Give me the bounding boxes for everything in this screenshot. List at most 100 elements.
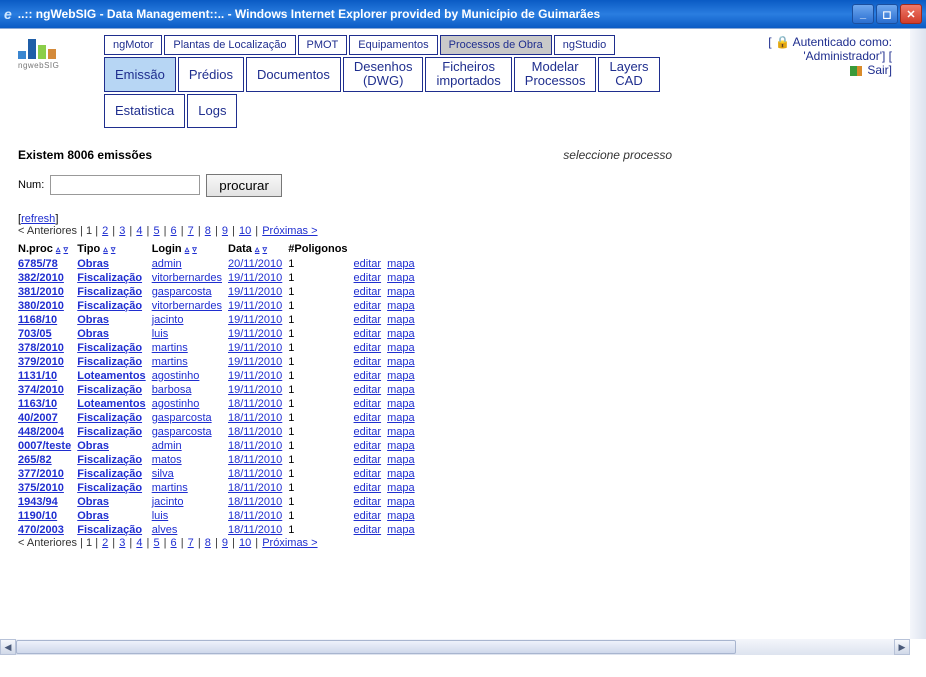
cell-mapa-link[interactable]: mapa [387,342,415,354]
pager-page[interactable]: 7 [188,537,194,549]
cell-tipo-link[interactable]: Obras [77,510,109,522]
pager-page[interactable]: 3 [119,537,125,549]
pager-next[interactable]: Próximas > [262,225,317,237]
cell-tipo-link[interactable]: Fiscalização [77,454,142,466]
cell-tipo-link[interactable]: Fiscalização [77,468,142,480]
cell-tipo-link[interactable]: Fiscalização [77,356,142,368]
cell-login-link[interactable]: martins [152,482,188,494]
cell-mapa-link[interactable]: mapa [387,524,415,536]
cell-mapa-link[interactable]: mapa [387,286,415,298]
cell-editar-link[interactable]: editar [354,342,382,354]
sub-tab[interactable]: LayersCAD [598,57,659,92]
cell-tipo-link[interactable]: Obras [77,258,109,270]
pager-page[interactable]: 9 [222,225,228,237]
cell-editar-link[interactable]: editar [354,328,382,340]
cell-data-link[interactable]: 19/11/2010 [228,300,282,312]
pager-page[interactable]: 6 [171,537,177,549]
search-input[interactable] [50,175,200,195]
cell-data-link[interactable]: 18/11/2010 [228,454,282,466]
sub-tab[interactable]: Logs [187,94,237,128]
cell-login-link[interactable]: gasparcosta [152,286,212,298]
cell-mapa-link[interactable]: mapa [387,496,415,508]
cell-mapa-link[interactable]: mapa [387,468,415,480]
cell-data-link[interactable]: 19/11/2010 [228,356,282,368]
cell-login-link[interactable]: agostinho [152,370,200,382]
cell-mapa-link[interactable]: mapa [387,356,415,368]
sort-asc-login[interactable]: ▵ [185,244,190,254]
pager-page[interactable]: 5 [153,225,159,237]
cell-mapa-link[interactable]: mapa [387,398,415,410]
pager-page[interactable]: 2 [102,537,108,549]
cell-tipo-link[interactable]: Fiscalização [77,524,142,536]
cell-tipo-link[interactable]: Loteamentos [77,370,145,382]
sort-desc-nproc[interactable]: ▿ [64,244,69,254]
cell-login-link[interactable]: jacinto [152,314,184,326]
cell-data-link[interactable]: 18/11/2010 [228,510,282,522]
top-tab[interactable]: Plantas de Localização [164,35,295,55]
sort-asc-data[interactable]: ▵ [255,244,260,254]
cell-mapa-link[interactable]: mapa [387,300,415,312]
cell-nproc-link[interactable]: 448/2004 [18,426,64,438]
top-tab[interactable]: Equipamentos [349,35,437,55]
search-button[interactable]: procurar [206,174,282,197]
pager-page[interactable]: 7 [188,225,194,237]
cell-editar-link[interactable]: editar [354,300,382,312]
cell-tipo-link[interactable]: Obras [77,328,109,340]
pager-page[interactable]: 8 [205,225,211,237]
cell-data-link[interactable]: 19/11/2010 [228,328,282,340]
pager-page[interactable]: 9 [222,537,228,549]
logout-link[interactable]: Sair] [867,63,892,77]
pager-page[interactable]: 5 [153,537,159,549]
cell-mapa-link[interactable]: mapa [387,454,415,466]
top-tab[interactable]: ngMotor [104,35,162,55]
cell-nproc-link[interactable]: 1943/94 [18,496,58,508]
cell-nproc-link[interactable]: 703/05 [18,328,52,340]
cell-nproc-link[interactable]: 374/2010 [18,384,64,396]
cell-data-link[interactable]: 19/11/2010 [228,370,282,382]
cell-nproc-link[interactable]: 1168/10 [18,314,57,326]
cell-data-link[interactable]: 19/11/2010 [228,272,282,284]
cell-data-link[interactable]: 19/11/2010 [228,384,282,396]
cell-nproc-link[interactable]: 380/2010 [18,300,64,312]
cell-data-link[interactable]: 20/11/2010 [228,258,282,270]
horizontal-scrollbar[interactable]: ◀ ▶ [0,639,910,655]
cell-tipo-link[interactable]: Fiscalização [77,272,142,284]
cell-mapa-link[interactable]: mapa [387,440,415,452]
cell-tipo-link[interactable]: Fiscalização [77,412,142,424]
cell-tipo-link[interactable]: Fiscalização [77,286,142,298]
cell-mapa-link[interactable]: mapa [387,314,415,326]
cell-nproc-link[interactable]: 6785/78 [18,258,58,270]
cell-tipo-link[interactable]: Fiscalização [77,482,142,494]
cell-editar-link[interactable]: editar [354,496,382,508]
sort-desc-tipo[interactable]: ▿ [111,244,116,254]
top-tab[interactable]: ngStudio [554,35,615,55]
pager-page[interactable]: 10 [239,225,251,237]
cell-login-link[interactable]: agostinho [152,398,200,410]
cell-mapa-link[interactable]: mapa [387,328,415,340]
cell-nproc-link[interactable]: 381/2010 [18,286,64,298]
cell-nproc-link[interactable]: 377/2010 [18,468,64,480]
cell-editar-link[interactable]: editar [354,286,382,298]
cell-mapa-link[interactable]: mapa [387,258,415,270]
cell-data-link[interactable]: 18/11/2010 [228,482,282,494]
cell-data-link[interactable]: 18/11/2010 [228,440,282,452]
scrollbar-thumb[interactable] [16,640,736,654]
scroll-right-arrow-icon[interactable]: ▶ [894,639,910,655]
cell-login-link[interactable]: gasparcosta [152,426,212,438]
cell-editar-link[interactable]: editar [354,412,382,424]
cell-editar-link[interactable]: editar [354,370,382,382]
cell-login-link[interactable]: vitorbernardes [152,300,222,312]
cell-login-link[interactable]: jacinto [152,496,184,508]
sort-asc-tipo[interactable]: ▵ [103,244,108,254]
cell-login-link[interactable]: alves [152,524,178,536]
cell-nproc-link[interactable]: 40/2007 [18,412,58,424]
cell-data-link[interactable]: 18/11/2010 [228,412,282,424]
cell-mapa-link[interactable]: mapa [387,426,415,438]
cell-editar-link[interactable]: editar [354,272,382,284]
pager-page[interactable]: 3 [119,225,125,237]
sort-asc-nproc[interactable]: ▵ [56,244,61,254]
sub-tab[interactable]: ModelarProcessos [514,57,597,92]
cell-tipo-link[interactable]: Fiscalização [77,384,142,396]
cell-editar-link[interactable]: editar [354,482,382,494]
cell-tipo-link[interactable]: Fiscalização [77,300,142,312]
